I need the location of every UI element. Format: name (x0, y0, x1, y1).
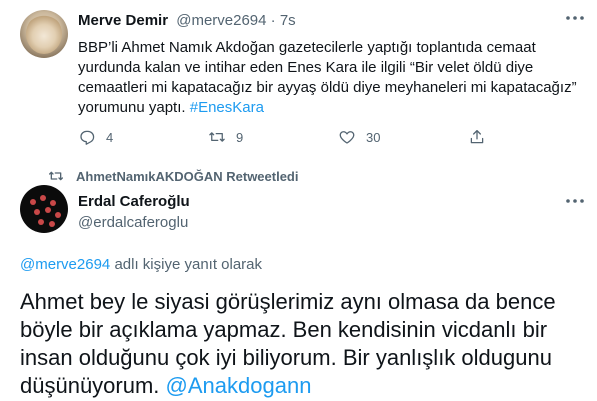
retweet-icon (209, 132, 225, 142)
avatar[interactable] (20, 10, 68, 58)
retweet-banner[interactable]: AhmetNamıkAKDOĞAN Retweetledi (48, 168, 299, 184)
avatar-photo (26, 14, 62, 54)
like-count: 30 (366, 129, 381, 145)
avatar-pattern (38, 219, 44, 225)
share-icon (470, 129, 484, 144)
reply-button[interactable]: 4 (78, 128, 113, 146)
tweet-header: Merve Demir @merve2694 · 7s (78, 12, 296, 29)
avatar-pattern (45, 207, 51, 213)
tweet-text: BBP’li Ahmet Namık Akdoğan gazetecilerle… (78, 38, 588, 118)
author-name[interactable]: Erdal Caferoğlu (78, 193, 190, 210)
more-icon[interactable] (564, 194, 586, 208)
avatar-pattern (55, 212, 61, 218)
heart-icon (339, 131, 355, 144)
replying-mention-link[interactable]: @merve2694 (20, 256, 110, 273)
retweet-banner-label: AhmetNamıkAKDOĞAN Retweetledi (76, 168, 299, 184)
hashtag-link[interactable]: #EnesKara (190, 99, 264, 116)
retweet-icon (49, 171, 63, 181)
tweet-merve-demir[interactable]: Merve Demir @merve2694 · 7s BBP’li Ahmet… (0, 0, 597, 160)
mention-link[interactable]: @Anakdogann (166, 373, 312, 398)
avatar-pattern (30, 199, 36, 205)
author-handle[interactable]: @merve2694 (176, 12, 266, 29)
retweet-count: 9 (236, 129, 244, 145)
replying-suffix: adlı kişiye yanıt olarak (114, 256, 263, 273)
avatar-pattern (40, 195, 46, 201)
replying-to: @merve2694 adlı kişiye yanıt olarak (20, 256, 262, 273)
reply-icon (80, 130, 95, 145)
share-button[interactable] (468, 128, 496, 146)
avatar-pattern (34, 209, 40, 215)
author-handle[interactable]: @erdalcaferoglu (78, 214, 188, 231)
tweet-text: Ahmet bey le siyasi görüşlerimiz aynı ol… (20, 288, 590, 400)
timestamp[interactable]: 7s (280, 12, 296, 29)
tweet-body: BBP’li Ahmet Namık Akdoğan gazetecilerle… (78, 39, 577, 116)
avatar-pattern (49, 221, 55, 227)
avatar-pattern (50, 200, 56, 206)
like-button[interactable]: 30 (338, 128, 380, 146)
more-icon[interactable] (564, 11, 586, 25)
retweet-button[interactable]: 9 (208, 128, 243, 146)
reply-count: 4 (106, 129, 114, 145)
tweet-actions: 4 9 30 (78, 128, 578, 150)
author-name[interactable]: Merve Demir (78, 12, 168, 29)
avatar[interactable] (20, 185, 68, 233)
separator: · (270, 12, 276, 29)
